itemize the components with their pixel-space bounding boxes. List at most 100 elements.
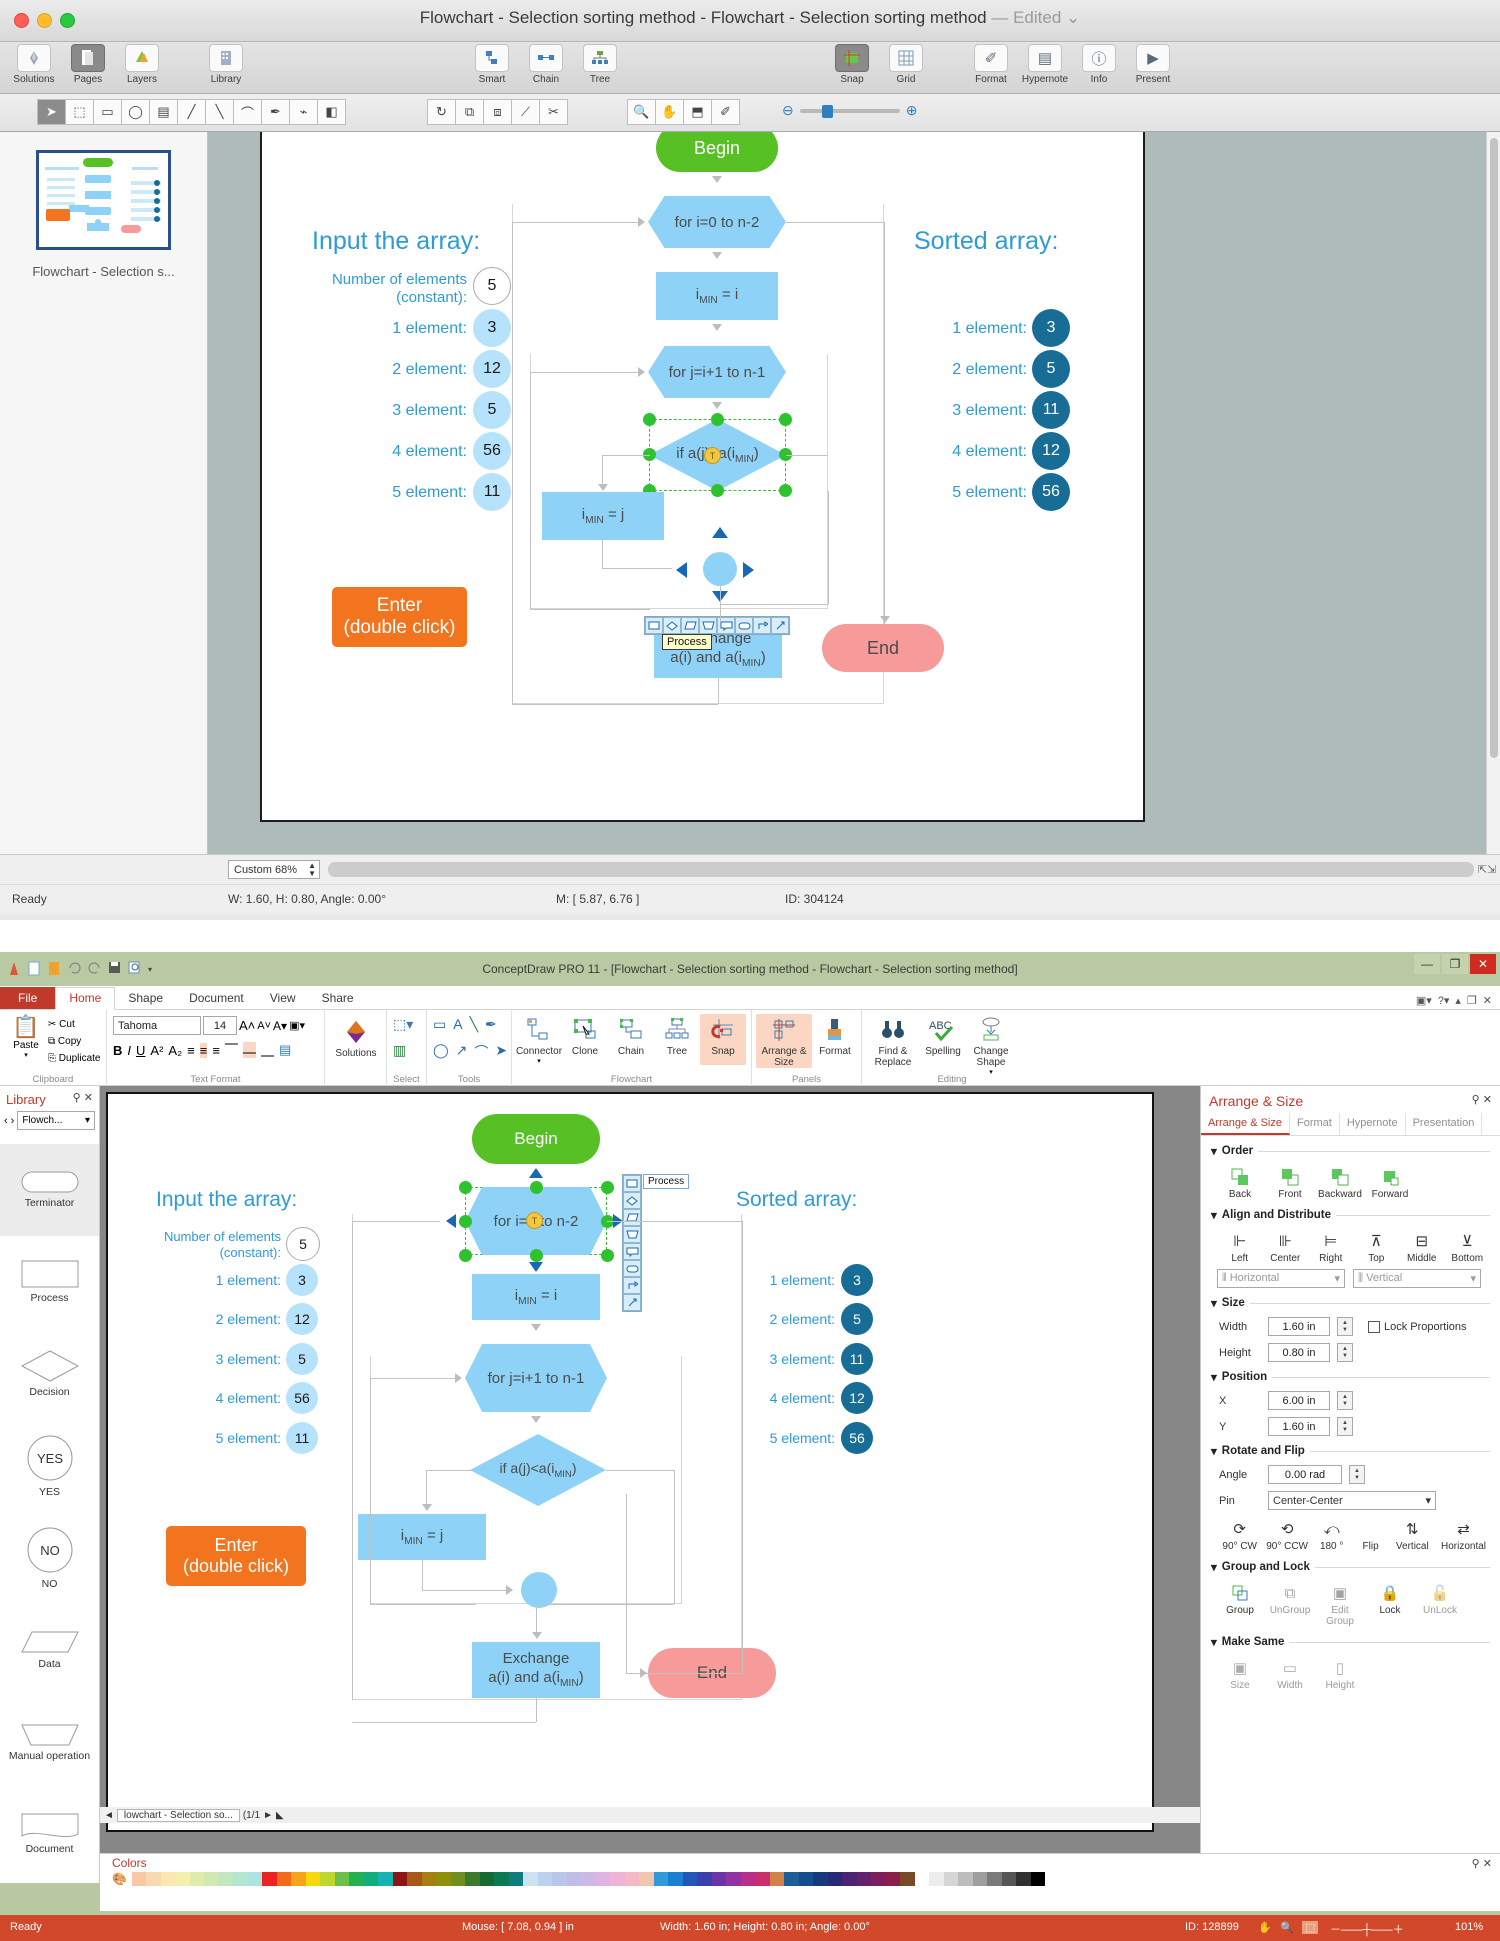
make-same-buttons[interactable]: ▣ Size ▭ Width ▯ Height: [1217, 1656, 1490, 1691]
color-swatches[interactable]: [131, 1872, 1252, 1886]
close-icon[interactable]: ✕: [1470, 954, 1496, 974]
hand-icon[interactable]: ✋: [655, 99, 684, 125]
color-swatch[interactable]: [494, 1872, 509, 1886]
connector-arrow-icon[interactable]: [623, 1294, 641, 1311]
color-swatch[interactable]: [552, 1872, 567, 1886]
color-swatch[interactable]: [204, 1872, 219, 1886]
color-swatch[interactable]: [160, 1872, 176, 1886]
color-swatch[interactable]: [566, 1872, 582, 1886]
same-size-button[interactable]: ▣ Size: [1217, 1656, 1263, 1691]
chevron-down-icon[interactable]: ▾: [6, 1051, 46, 1059]
input-value-badge[interactable]: 12: [473, 350, 511, 388]
color-swatch[interactable]: [378, 1872, 393, 1886]
collapse-icon[interactable]: ▾: [1211, 1444, 1217, 1458]
curve-tool-icon[interactable]: ⌒: [474, 1042, 488, 1062]
minimize-ribbon-icon[interactable]: ▴: [1455, 994, 1461, 1007]
height-stepper[interactable]: ▲ ▼: [1337, 1343, 1353, 1362]
library-item-process[interactable]: Process: [0, 1236, 99, 1328]
color-swatch[interactable]: [276, 1872, 292, 1886]
eyedropper-icon[interactable]: ✐: [711, 99, 740, 125]
clone-button[interactable]: Clone: [562, 1014, 608, 1065]
connector-elbow-icon[interactable]: [623, 1277, 641, 1294]
color-swatch[interactable]: [363, 1872, 379, 1886]
rectangle-icon[interactable]: ▭: [93, 99, 122, 125]
restore-doc-icon[interactable]: ❐: [1467, 994, 1477, 1007]
color-swatch[interactable]: [813, 1872, 828, 1886]
tab-file[interactable]: File: [0, 987, 56, 1009]
chevron-down-icon[interactable]: ▾: [537, 1057, 541, 1065]
font-family-select[interactable]: Tahoma: [113, 1016, 201, 1035]
node-imin-eq-i[interactable]: iMIN = i: [656, 272, 778, 320]
mac-document-page[interactable]: Input the array: Sorted array: Number of…: [260, 132, 1145, 822]
color-swatch[interactable]: [305, 1872, 321, 1886]
pin-icon[interactable]: ⚲: [1472, 1094, 1480, 1106]
prev-icon[interactable]: ‹: [4, 1115, 8, 1127]
ellipse-icon[interactable]: ◯: [121, 99, 150, 125]
zoom-slider-track[interactable]: [799, 104, 900, 118]
input-value-badge[interactable]: 11: [473, 473, 511, 511]
align-center-button[interactable]: ⊪ Center: [1263, 1229, 1309, 1264]
color-swatch[interactable]: [291, 1872, 306, 1886]
manual-op-shape-icon[interactable]: [623, 1226, 641, 1243]
color-swatch[interactable]: [987, 1872, 1002, 1886]
y-input[interactable]: 1.60 in: [1268, 1417, 1330, 1436]
rotate-180-button[interactable]: ⤺ 180 °: [1312, 1517, 1352, 1553]
toolbar-item-solutions[interactable]: Solutions: [8, 44, 60, 85]
color-swatch[interactable]: [465, 1872, 480, 1886]
node-end[interactable]: End: [822, 624, 944, 672]
color-swatch[interactable]: [1030, 1872, 1046, 1886]
flip-vertical-button[interactable]: ⇅ Vertical: [1390, 1517, 1435, 1552]
callout-shape-icon[interactable]: [623, 1243, 641, 1260]
first-page-icon[interactable]: ◄: [104, 1810, 114, 1821]
toolbar-item-grid[interactable]: Grid: [880, 44, 932, 85]
close-icon[interactable]: ✕: [84, 1092, 93, 1104]
help-icon[interactable]: ?▾: [1438, 994, 1450, 1007]
color-swatch[interactable]: [958, 1872, 973, 1886]
toolbar-item-format[interactable]: ✐ Format: [965, 44, 1017, 85]
text-tool-icon[interactable]: A: [453, 1016, 462, 1033]
color-swatch[interactable]: [668, 1872, 683, 1886]
zoom-slider-thumb[interactable]: [821, 104, 833, 118]
color-swatch[interactable]: [349, 1872, 364, 1886]
hand-tool-icon[interactable]: ✋: [1258, 1921, 1272, 1934]
ribbon-right-controls[interactable]: ▣▾ ?▾ ▴ ❐ ✕: [1408, 992, 1500, 1009]
decision-shape-icon[interactable]: [663, 617, 681, 634]
pin-icon[interactable]: ⚲: [1472, 1858, 1480, 1870]
next-page-icon[interactable]: ►: [263, 1810, 273, 1821]
next-icon[interactable]: ›: [11, 1115, 15, 1127]
pen-icon[interactable]: ✒: [261, 99, 290, 125]
send-backward-button[interactable]: Backward: [1317, 1165, 1363, 1200]
color-swatch[interactable]: [407, 1872, 422, 1886]
chevron-down-icon[interactable]: ▾: [1334, 1272, 1340, 1285]
close-icon[interactable]: ✕: [1483, 1094, 1492, 1106]
library-item-yes[interactable]: YES YES: [0, 1420, 99, 1512]
bring-forward-button[interactable]: Forward: [1367, 1165, 1413, 1200]
chevron-down-icon[interactable]: ▾: [85, 1115, 90, 1126]
chevron-down-icon[interactable]: ⌄: [1066, 8, 1080, 27]
color-swatch[interactable]: [740, 1872, 756, 1886]
process-shape-icon[interactable]: [623, 1175, 641, 1192]
sorted-value-badge[interactable]: 56: [841, 1422, 873, 1454]
align-bottom-button[interactable]: ⊻ Bottom: [1445, 1229, 1491, 1264]
data-shape-icon[interactable]: [623, 1209, 641, 1226]
flip-horizontal-button[interactable]: ⇄ Horizontal: [1437, 1517, 1490, 1552]
collapse-icon[interactable]: ▾: [1211, 1370, 1217, 1384]
input-value-badge[interactable]: 56: [473, 432, 511, 470]
resize-handle[interactable]: [711, 413, 724, 426]
toolbar-item-library[interactable]: Library: [200, 44, 252, 85]
zoom-slider-group[interactable]: ⊖ ⊕: [782, 102, 917, 119]
win-document-page[interactable]: Input the array: Sorted array: Number of…: [106, 1092, 1154, 1832]
resize-handle[interactable]: [711, 484, 724, 497]
input-value-badge[interactable]: 3: [286, 1264, 318, 1296]
color-swatch[interactable]: [537, 1872, 553, 1886]
align-left-button[interactable]: ⊩ Left: [1217, 1229, 1263, 1264]
color-swatch[interactable]: [943, 1872, 959, 1886]
curve-icon[interactable]: ⌒: [233, 99, 262, 125]
line-tool-icon[interactable]: ╲: [470, 1016, 478, 1033]
library-nav[interactable]: ‹ › Flowch... ▾: [0, 1109, 99, 1132]
color-swatch[interactable]: [900, 1872, 915, 1886]
align-right-button[interactable]: ⊨ Right: [1308, 1229, 1354, 1264]
process-shape-icon[interactable]: [645, 617, 663, 634]
grow-font-icon[interactable]: A˄: [239, 1018, 255, 1033]
bring-to-front-button[interactable]: Front: [1267, 1165, 1313, 1200]
